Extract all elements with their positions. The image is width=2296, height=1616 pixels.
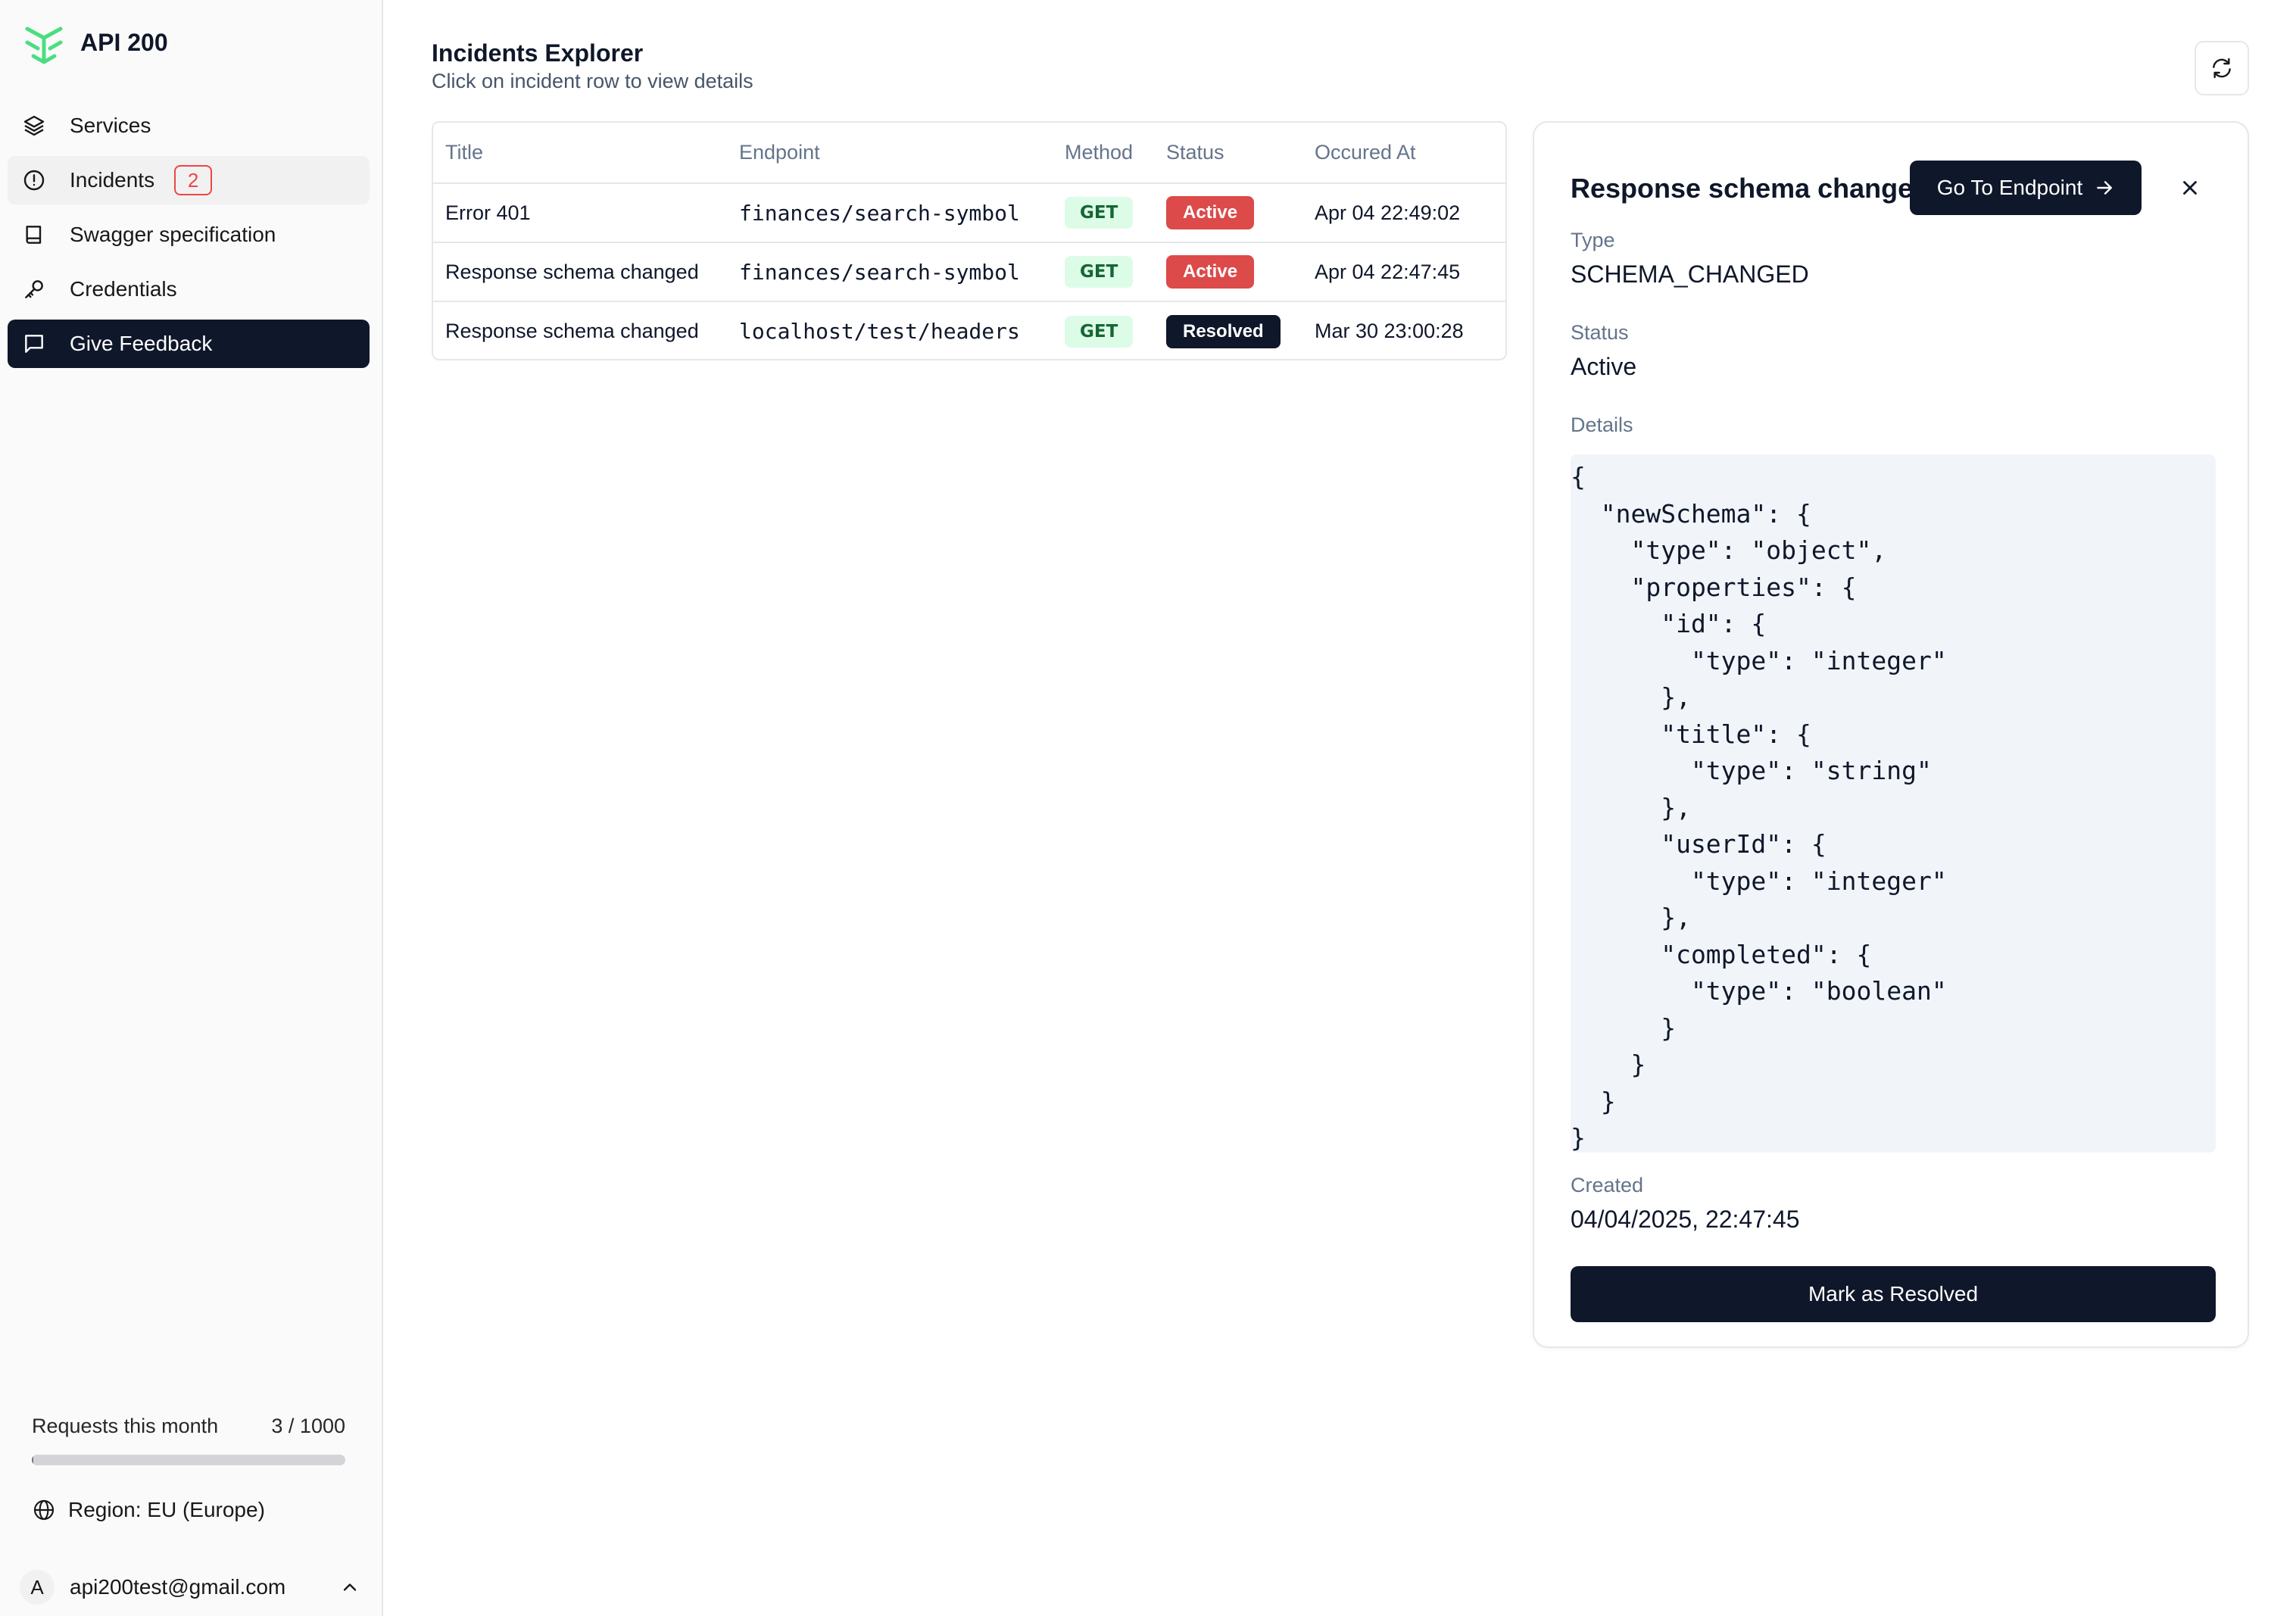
api200-logo-icon [25,27,63,64]
sidebar-item-label: Give Feedback [70,332,213,355]
sidebar-nav: Services Incidents 2 Swagger specificati… [8,101,370,374]
avatar: A [20,1570,55,1605]
sidebar-item-incidents[interactable]: Incidents 2 [8,156,370,204]
usage-label: Requests this month [32,1415,219,1437]
cell-title: Response schema changed [433,242,739,302]
refresh-icon [2213,58,2231,79]
details-label: Details [1571,413,1633,436]
column-header-endpoint[interactable]: Endpoint [739,123,1065,184]
cell-occurred-at: Apr 04 22:47:45 [1315,242,1505,302]
cell-endpoint: finances/search-symbol [739,183,1065,243]
endpoint-text: finances/search-symbol [739,200,1020,226]
type-label: Type [1571,229,1615,251]
incidents-count-badge: 2 [174,165,213,195]
endpoint-text: localhost/test/headers [739,319,1020,344]
status-badge: Active [1166,255,1255,289]
cell-title: Response schema changed [445,320,699,342]
region-selector[interactable]: Region: EU (Europe) [32,1498,265,1522]
usage-meter: Requests this month 3 / 1000 [32,1415,345,1465]
globe-icon [33,1499,55,1521]
type-value: SCHEMA_CHANGED [1571,260,1809,288]
arrow-right-icon [2097,181,2113,195]
alert-circle-icon [21,167,47,193]
method-badge: GET [1065,315,1134,348]
cell-endpoint: localhost/test/headers [739,301,1065,359]
table-header-row: Title Endpoint Method Status Occured At [433,123,1505,184]
cell-status: Active [1166,183,1315,243]
cell-status: Resolved [1166,301,1315,359]
status-value: Active [1571,353,1637,380]
sidebar-item-label: Swagger specification [70,223,276,246]
usage-progress-bar [32,1455,345,1465]
status-label: Status [1571,321,1629,344]
chevron-up-icon [343,1583,357,1591]
layers-icon [21,113,47,139]
incident-detail-panel: Response schema changed Go To Endpoint T… [1533,121,2249,1348]
close-icon [2183,181,2197,195]
created-value: 04/04/2025, 22:47:45 [1571,1206,1800,1233]
table-row[interactable]: Response schema changed finances/search-… [433,242,1505,302]
cell-occurred-at: Apr 04 22:49:02 [1315,183,1505,243]
page-title: Incidents Explorer [432,39,644,67]
usage-progress-fill [32,1455,34,1465]
go-to-endpoint-label: Go To Endpoint [1936,176,2083,199]
message-square-icon [21,331,47,357]
region-label: Region: EU (Europe) [68,1498,265,1521]
brand[interactable]: API 200 [21,20,168,65]
incidents-table-grid: Title Endpoint Method Status Occured At … [433,123,1505,359]
status-badge: Resolved [1166,314,1281,348]
app-name: API 200 [80,28,168,56]
sidebar-item-give-feedback[interactable]: Give Feedback [8,320,370,368]
sidebar-item-label: Credentials [70,277,177,301]
account-menu[interactable]: A api200test@gmail.com [20,1566,360,1608]
account-email: api200test@gmail.com [70,1575,286,1599]
incidents-table: Title Endpoint Method Status Occured At … [432,121,1507,360]
cell-status: Active [1166,242,1315,302]
sidebar-item-services[interactable]: Services [8,101,370,150]
cell-occurred-at: Mar 30 23:00:28 [1315,320,1464,342]
cell-method: GET [1065,301,1166,359]
sidebar-item-swagger[interactable]: Swagger specification [8,211,370,259]
page-subtitle: Click on incident row to view details [432,70,753,92]
refresh-button[interactable] [2195,41,2249,95]
cell-method: GET [1065,242,1166,302]
sidebar-item-label: Incidents [70,168,155,192]
sidebar-item-credentials[interactable]: Credentials [8,265,370,314]
cell-title: Error 401 [433,183,739,243]
usage-value: 3 / 1000 [271,1415,345,1437]
mark-as-resolved-button[interactable]: Mark as Resolved [1571,1266,2216,1322]
table-row[interactable]: Response schema changed localhost/test/h… [433,301,1505,359]
status-badge: Active [1166,196,1255,229]
book-icon [21,222,47,248]
column-header-status[interactable]: Status [1166,123,1315,184]
method-badge: GET [1065,197,1134,229]
go-to-endpoint-button[interactable]: Go To Endpoint [1910,161,2142,215]
usage-row: Requests this month 3 / 1000 [32,1415,345,1438]
cell-method: GET [1065,183,1166,243]
sidebar-item-label: Services [70,114,151,137]
sidebar: API 200 Services Incidents 2 Swagger spe… [0,0,383,1616]
endpoint-text: finances/search-symbol [739,259,1020,285]
incident-detail-title: Response schema changed [1571,173,1930,204]
table-row[interactable]: Error 401 finances/search-symbol GET Act… [433,183,1505,243]
cell-endpoint: finances/search-symbol [739,242,1065,302]
column-header-title[interactable]: Title [433,123,739,184]
details-json-block: { "newSchema": { "type": "object", "prop… [1571,454,2216,1153]
created-label: Created [1571,1174,1644,1196]
method-badge: GET [1065,256,1134,288]
column-header-occurred-at[interactable]: Occured At [1315,123,1505,184]
key-icon [21,276,47,302]
close-panel-button[interactable] [2172,170,2208,206]
column-header-method[interactable]: Method [1065,123,1166,184]
